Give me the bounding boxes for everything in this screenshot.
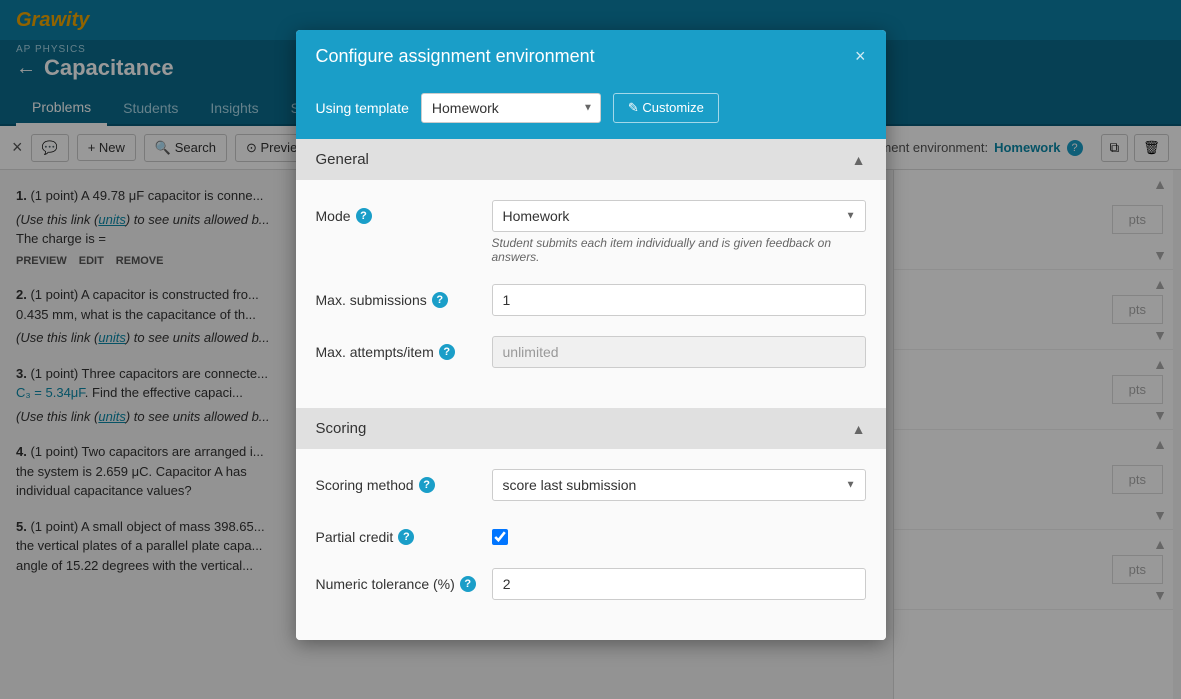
- partial-credit-control[interactable]: [492, 521, 866, 548]
- partial-credit-row: Partial credit ?: [316, 521, 866, 548]
- template-select[interactable]: Homework Quiz Test Practice: [421, 93, 601, 123]
- modal-title: Configure assignment environment: [316, 46, 595, 67]
- mode-select-wrapper[interactable]: Homework Quiz Test: [492, 200, 866, 232]
- partial-credit-help-icon[interactable]: ?: [398, 529, 414, 545]
- mode-control: Homework Quiz Test Student submits each …: [492, 200, 866, 264]
- max-submissions-control[interactable]: [492, 284, 866, 316]
- mode-label: Mode: [316, 208, 351, 224]
- scoring-section-header[interactable]: Scoring ▲: [296, 408, 886, 449]
- scoring-section-title: Scoring: [316, 420, 367, 437]
- mode-row: Mode ? Homework Quiz Test St: [316, 200, 866, 264]
- scoring-chevron: ▲: [852, 421, 866, 437]
- scoring-method-select-wrapper[interactable]: score last submission score best submiss…: [492, 469, 866, 501]
- numeric-tolerance-control[interactable]: [492, 568, 866, 600]
- general-section-header[interactable]: General ▲: [296, 139, 886, 180]
- modal-configure: Configure assignment environment × Using…: [296, 30, 886, 640]
- max-submissions-row: Max. submissions ?: [316, 284, 866, 316]
- scoring-section: Scoring ▲ Scoring method ? score: [296, 408, 886, 640]
- scoring-section-body: Scoring method ? score last submission s…: [296, 449, 886, 640]
- numeric-tolerance-help-icon[interactable]: ?: [460, 576, 476, 592]
- general-chevron: ▲: [852, 152, 866, 168]
- scoring-method-select[interactable]: score last submission score best submiss…: [492, 469, 866, 501]
- max-attempts-row: Max. attempts/item ?: [316, 336, 866, 368]
- general-section-title: General: [316, 151, 369, 168]
- template-label: Using template: [316, 100, 409, 116]
- max-attempts-input[interactable]: [492, 336, 866, 368]
- max-attempts-label: Max. attempts/item: [316, 344, 434, 360]
- numeric-tolerance-label: Numeric tolerance (%): [316, 576, 455, 592]
- template-select-wrapper[interactable]: Homework Quiz Test Practice: [421, 93, 601, 123]
- max-submissions-input[interactable]: [492, 284, 866, 316]
- max-attempts-help-icon[interactable]: ?: [439, 344, 455, 360]
- max-submissions-label: Max. submissions: [316, 292, 427, 308]
- partial-credit-label: Partial credit: [316, 529, 394, 545]
- general-section: General ▲ Mode ? Homework: [296, 139, 886, 408]
- mode-select[interactable]: Homework Quiz Test: [492, 200, 866, 232]
- partial-credit-checkbox[interactable]: [492, 529, 508, 545]
- mode-help-icon[interactable]: ?: [356, 208, 372, 224]
- numeric-tolerance-input[interactable]: [492, 568, 866, 600]
- general-section-body: Mode ? Homework Quiz Test St: [296, 180, 886, 408]
- modal-close-button[interactable]: ×: [855, 46, 866, 67]
- scoring-method-row: Scoring method ? score last submission s…: [316, 469, 866, 501]
- max-attempts-control[interactable]: [492, 336, 866, 368]
- numeric-tolerance-row: Numeric tolerance (%) ?: [316, 568, 866, 600]
- scoring-method-label: Scoring method: [316, 477, 414, 493]
- scoring-method-control: score last submission score best submiss…: [492, 469, 866, 501]
- scoring-method-help-icon[interactable]: ?: [419, 477, 435, 493]
- modal-overlay: Configure assignment environment × Using…: [0, 0, 1181, 699]
- customize-button[interactable]: ✎ Customize: [613, 93, 719, 123]
- max-submissions-help-icon[interactable]: ?: [432, 292, 448, 308]
- mode-hint: Student submits each item individually a…: [492, 236, 866, 264]
